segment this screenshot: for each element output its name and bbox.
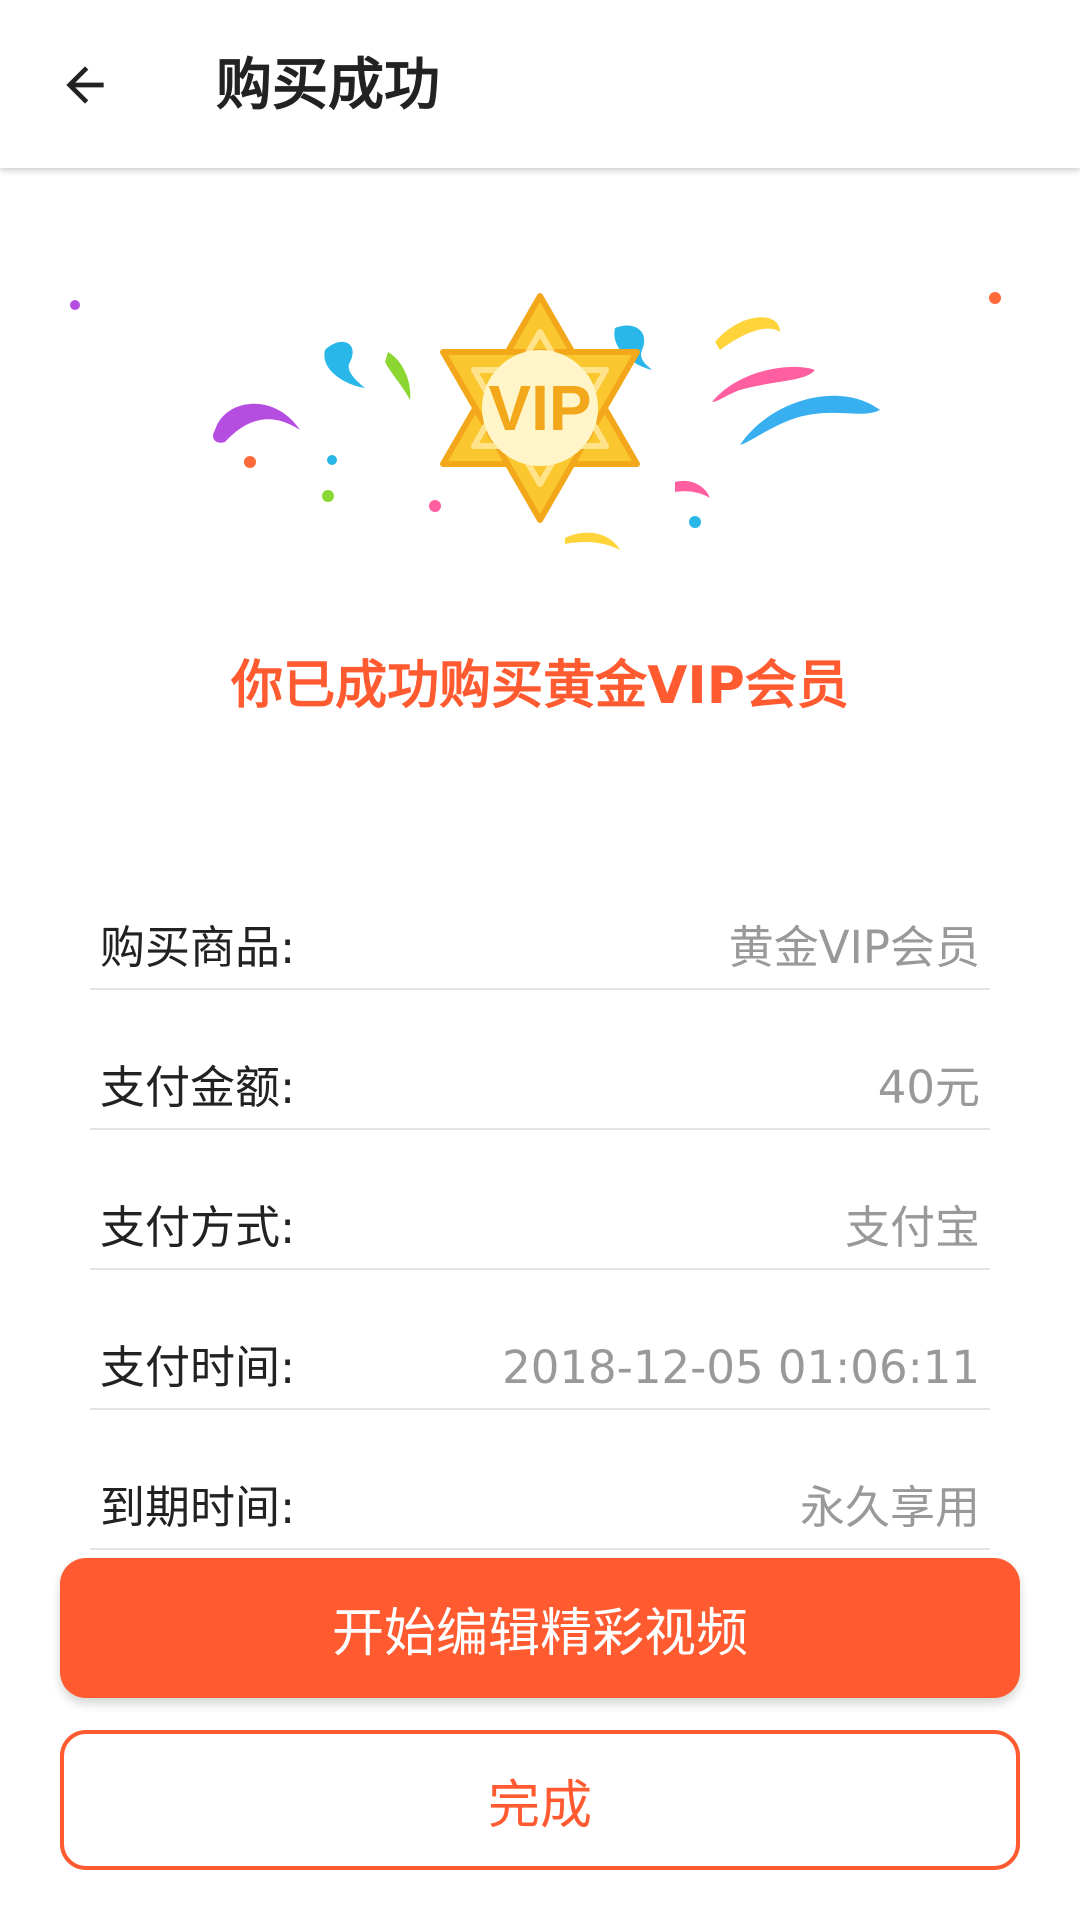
detail-label: 支付金额: xyxy=(100,1061,296,1114)
detail-row-amount: 支付金额: 40元 xyxy=(90,990,990,1130)
confetti-dot xyxy=(322,490,334,502)
arrow-back-icon[interactable] xyxy=(57,57,113,113)
detail-label: 购买商品: xyxy=(100,921,296,974)
detail-label: 支付方式: xyxy=(100,1201,296,1254)
done-button[interactable]: 完成 xyxy=(60,1730,1020,1870)
confetti-swoosh xyxy=(712,366,815,402)
detail-row-payment-method: 支付方式: 支付宝 xyxy=(90,1130,990,1270)
confetti-swoosh xyxy=(385,352,411,400)
confetti-swoosh xyxy=(565,532,620,550)
confetti-dot xyxy=(689,516,701,528)
detail-value: 40元 xyxy=(877,1061,980,1114)
confetti-dot xyxy=(244,456,256,468)
detail-value: 2018-12-05 01:06:11 xyxy=(502,1341,980,1394)
confetti-swoosh xyxy=(740,395,880,445)
vip-star: VIP xyxy=(440,293,640,523)
start-editing-button[interactable]: 开始编辑精彩视频 xyxy=(60,1558,1020,1698)
success-message: 你已成功购买黄金VIP会员 xyxy=(231,656,849,716)
detail-value: 永久享用 xyxy=(799,1481,980,1534)
app-bar: 购买成功 xyxy=(0,0,1080,168)
confetti-dot xyxy=(70,300,80,310)
detail-row-expiry-time: 到期时间: 永久享用 xyxy=(90,1410,990,1550)
page-title: 购买成功 xyxy=(216,53,440,118)
vip-star-badge-icon: VIP xyxy=(70,292,1001,550)
detail-label: 支付时间: xyxy=(100,1341,296,1394)
confetti-swoosh xyxy=(324,341,365,388)
detail-row-product: 购买商品: 黄金VIP会员 xyxy=(90,850,990,990)
confetti-dot xyxy=(989,292,1001,304)
detail-value: 黄金VIP会员 xyxy=(728,921,980,974)
detail-value: 支付宝 xyxy=(844,1201,980,1254)
confetti-dot xyxy=(327,455,337,465)
confetti-swoosh xyxy=(715,317,780,350)
order-details: 购买商品: 黄金VIP会员 支付金额: 40元 支付方式: 支付宝 支付时间: … xyxy=(90,850,990,1550)
confetti-swoosh xyxy=(213,403,300,443)
confetti-dot xyxy=(429,500,441,512)
detail-row-payment-time: 支付时间: 2018-12-05 01:06:11 xyxy=(90,1270,990,1410)
vip-badge-text: VIP xyxy=(488,372,591,444)
confetti-swoosh xyxy=(675,480,710,498)
back-button[interactable] xyxy=(40,40,130,130)
vip-celebration-illustration: VIP xyxy=(50,270,1030,570)
detail-label: 到期时间: xyxy=(100,1481,296,1534)
